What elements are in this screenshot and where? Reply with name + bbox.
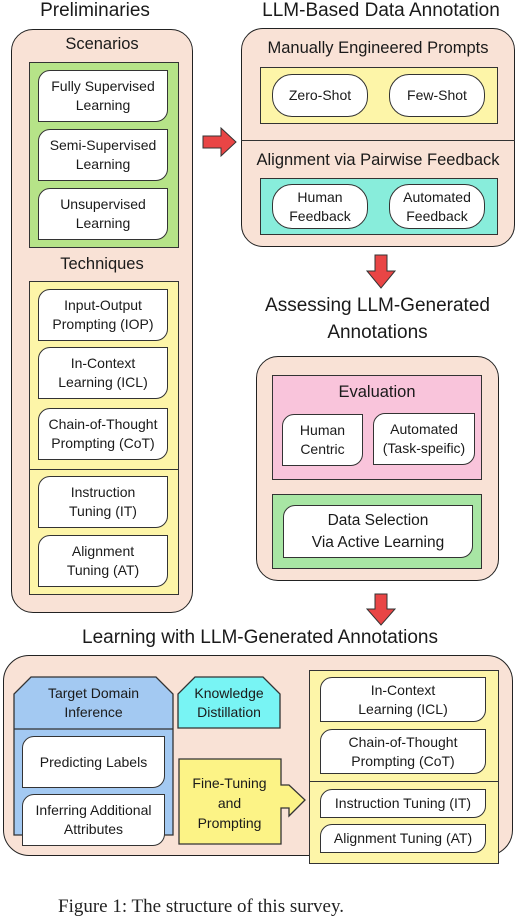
learning-title: Learning with LLM-Generated Annotations bbox=[82, 627, 438, 648]
evaluation-title: Evaluation bbox=[338, 383, 416, 401]
learning-techniques-divider bbox=[309, 781, 499, 782]
annotation-divider bbox=[241, 140, 515, 141]
evaluation-automated: Automated (Task-speific) bbox=[373, 413, 475, 465]
feedback-title: Alignment via Pairwise Feedback bbox=[256, 151, 500, 169]
scenario-unsupervised: Unsupervised Learning bbox=[38, 188, 168, 240]
target-domain-title: Target Domain Inference bbox=[47, 685, 140, 720]
arrow-right-icon bbox=[202, 126, 237, 158]
preliminaries-title: Preliminaries bbox=[40, 0, 150, 21]
technique-icl: In-Context Learning (ICL) bbox=[38, 347, 168, 399]
feedback-human: Human Feedback bbox=[272, 184, 368, 229]
learning-cot: Chain-of-Thought Prompting (CoT) bbox=[320, 729, 486, 774]
assessing-title-line-2: Annotations bbox=[327, 322, 428, 343]
prompt-zero-shot: Zero-Shot bbox=[272, 74, 368, 117]
scenarios-title: Scenarios bbox=[65, 35, 139, 53]
arrow-down-icon bbox=[365, 254, 397, 289]
predicting-labels: Predicting Labels bbox=[22, 736, 165, 788]
techniques-title: Techniques bbox=[60, 255, 144, 273]
annotation-title: LLM-Based Data Annotation bbox=[262, 0, 500, 21]
data-selection-active-learning: Data Selection Via Active Learning bbox=[283, 505, 473, 558]
learning-alignment-tuning: Alignment Tuning (AT) bbox=[320, 824, 486, 853]
prompt-few-shot: Few-Shot bbox=[389, 74, 485, 117]
technique-cot: Chain-of-Thought Prompting (CoT) bbox=[38, 408, 168, 460]
knowledge-distillation-title: Knowledge Distillation bbox=[194, 685, 264, 720]
prompts-title: Manually Engineered Prompts bbox=[267, 39, 489, 57]
finetuning-title: Fine-Tuning and Prompting bbox=[192, 775, 267, 831]
figure-caption: Figure 1: The structure of this survey. bbox=[58, 896, 345, 917]
scenario-fully-supervised: Fully Supervised Learning bbox=[38, 70, 168, 122]
arrow-down-icon bbox=[365, 593, 397, 626]
learning-icl: In-Context Learning (ICL) bbox=[320, 677, 486, 722]
assessing-title-line-1: Assessing LLM-Generated bbox=[265, 295, 490, 316]
technique-iop: Input-Output Prompting (IOP) bbox=[38, 289, 168, 341]
inferring-additional-attributes: Inferring Additional Attributes bbox=[22, 794, 165, 846]
technique-alignment-tuning: Alignment Tuning (AT) bbox=[38, 535, 168, 587]
technique-instruction-tuning: Instruction Tuning (IT) bbox=[38, 476, 168, 528]
feedback-automated: Automated Feedback bbox=[389, 184, 485, 229]
evaluation-human-centric: Human Centric bbox=[282, 414, 363, 466]
techniques-divider bbox=[29, 469, 179, 470]
scenario-semi-supervised: Semi-Supervised Learning bbox=[38, 129, 168, 181]
learning-instruction-tuning: Instruction Tuning (IT) bbox=[320, 789, 486, 818]
